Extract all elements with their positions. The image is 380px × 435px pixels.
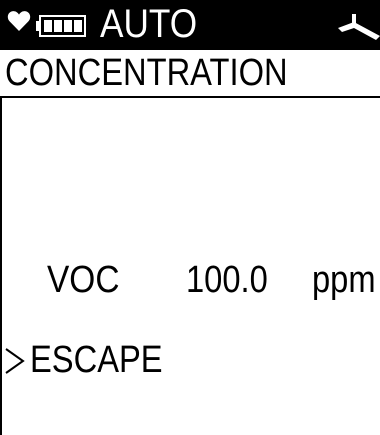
gas-unit: ppm	[312, 259, 376, 301]
concentration-reading-row: VOC 100.0 ppm	[0, 255, 380, 305]
escape-menu-label: ESCAPE	[30, 339, 163, 381]
escape-menu-item[interactable]: ESCAPE	[0, 335, 380, 385]
title-divider	[0, 96, 380, 98]
mode-label: AUTO	[100, 2, 198, 46]
signal-icon	[338, 14, 380, 40]
gas-name: VOC	[47, 259, 120, 301]
selector-arrow-icon	[5, 348, 25, 374]
gas-value: 100.0	[186, 259, 268, 301]
battery-icon	[36, 15, 86, 37]
status-bar: AUTO	[0, 0, 380, 50]
screen-title: CONCENTRATION	[5, 52, 288, 94]
device-screen: AUTO CONCENTRATION VOC 100.0 ppm ESCAPE	[0, 0, 380, 435]
heart-icon	[7, 11, 31, 31]
